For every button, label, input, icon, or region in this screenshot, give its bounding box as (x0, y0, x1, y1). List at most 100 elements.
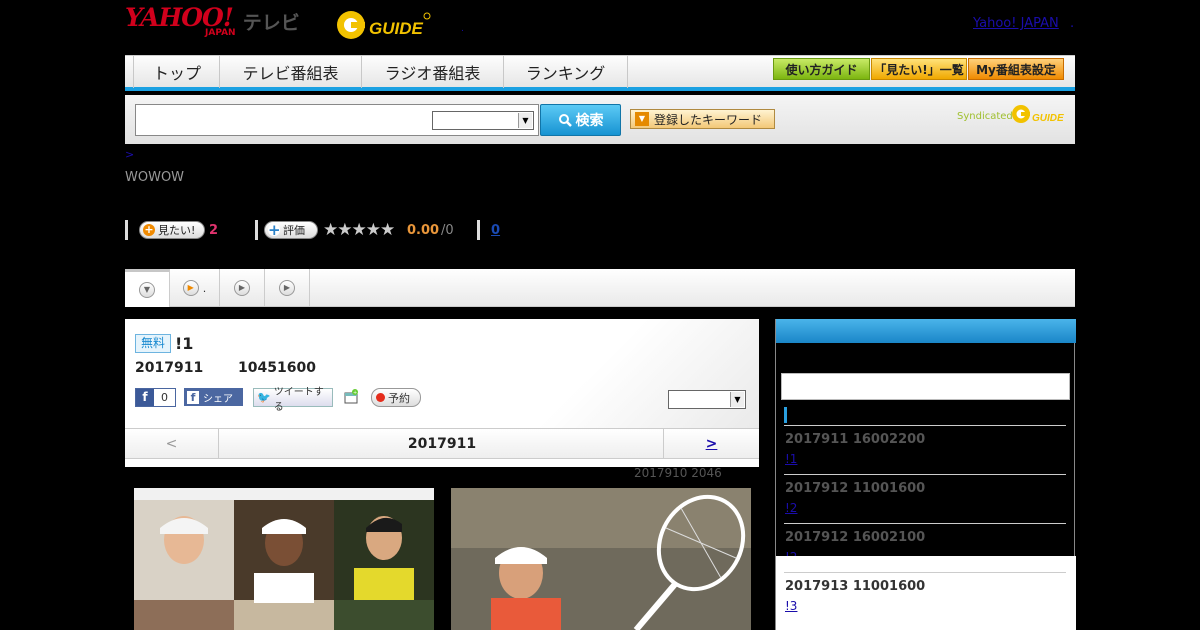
channel-name: WOWOW (125, 170, 185, 185)
player-collage-image (134, 488, 434, 630)
record-icon (376, 393, 385, 402)
program-panel: 無料 !1 2017911 10451600 f 0 f シェア 🐦 ツイートす… (125, 319, 759, 467)
like-count: 0 (161, 391, 168, 404)
review-count-link[interactable]: 0 (491, 223, 500, 238)
pager-next[interactable]: > (663, 429, 759, 458)
dropdown-arrow-icon: ▼ (635, 112, 649, 126)
svg-text:GUIDE: GUIDE (1032, 113, 1064, 124)
play-icon: ▶ (182, 280, 199, 296)
tweet-button[interactable]: 🐦 ツイートする (253, 387, 333, 413)
breadcrumb[interactable]: > (125, 148, 134, 161)
chevron-down-icon: ▼ (730, 392, 744, 407)
pager-prev[interactable]: < (125, 429, 219, 458)
search-button[interactable]: 検索 (540, 104, 621, 136)
japan-logo: JAPAN (205, 28, 236, 38)
facebook-icon: f (187, 390, 199, 404)
episode-link[interactable]: !3 (785, 599, 797, 613)
yahoo-logo[interactable]: YAHOO! (125, 5, 234, 30)
tab-info[interactable]: ▼ (125, 269, 170, 307)
section-marker (784, 407, 787, 423)
mitai-label: 見たい! (158, 224, 196, 237)
sidebar-header (776, 319, 1076, 343)
share-label: シェア (203, 393, 233, 405)
episode-link[interactable]: !1 (785, 452, 797, 466)
episode-date: 2017913 11001600 (785, 579, 926, 594)
plus-icon: + (143, 223, 155, 236)
plus-icon: + (268, 221, 281, 239)
free-badge: 無料 (135, 334, 171, 353)
brand-logo[interactable]: YAHOO! JAPAN テレビ GUIDE (125, 5, 431, 39)
player-action-image (451, 488, 751, 630)
play-icon: ▶ (234, 280, 250, 296)
mitai-button[interactable]: + 見たい! (139, 221, 205, 239)
chevron-down-icon: ▼ (518, 113, 532, 128)
calendar-add-icon[interactable]: + (344, 389, 359, 404)
divider (255, 220, 258, 240)
tab-video[interactable]: ▶ . (170, 269, 220, 307)
rating-score: 0.00 (407, 223, 440, 238)
episode-date: 2017912 16002100 (785, 530, 926, 545)
tab-related[interactable]: ▶ (265, 269, 310, 307)
search-icon (558, 114, 572, 127)
sidebar-search-input[interactable] (781, 373, 1070, 400)
tab-video-label: . (202, 281, 207, 295)
syndicated-label: Syndicated (957, 111, 1013, 122)
rate-label: 評価 (283, 224, 305, 237)
program-date: 2017911 (135, 360, 204, 376)
program-time: 10451600 (238, 360, 316, 376)
episode-date: 2017911 16002200 (785, 432, 926, 447)
search-button-label: 検索 (575, 113, 604, 129)
search-bar: ▼ 検索 ▼ 登録したキーワード Syndicated GUIDE (125, 95, 1075, 144)
saved-keywords-label: 登録したキーワード (654, 112, 763, 127)
tab-episodes[interactable]: ▶ (220, 269, 265, 307)
twitter-bird-icon: 🐦 (257, 391, 271, 404)
program-tabs: ▼ ▶ . ▶ ▶ (125, 269, 1075, 307)
page: YAHOO! JAPAN テレビ GUIDE . Yahoo! JAPAN . … (0, 0, 1200, 630)
episode-item: 2017913 11001600 !3 (784, 572, 1066, 621)
nav-tab-tv-schedule[interactable]: テレビ番組表 (220, 56, 362, 88)
program-title: !1 (175, 334, 194, 353)
date-pager: < 2017911 > (125, 428, 759, 459)
reserve-button[interactable]: 予約 (371, 388, 421, 407)
gguide-logo[interactable]: GUIDE (335, 8, 433, 42)
play-icon: ▶ (279, 280, 295, 296)
main-nav: トップ テレビ番組表 ラジオ番組表 ランキング 使い方ガイド 「見たい!」一覧 … (125, 55, 1075, 91)
saved-keywords-button[interactable]: ▼ 登録したキーワード (630, 109, 775, 129)
program-stats: + 見たい! 2 + 評価 ★★★★★ 0.00 /0 0 (125, 220, 625, 242)
facebook-share-button[interactable]: f シェア (184, 388, 243, 406)
episode-item: 2017912 11001600 !2 (784, 474, 1066, 523)
nav-tab-top[interactable]: トップ (135, 56, 220, 88)
usage-guide-button[interactable]: 使い方ガイド (773, 58, 870, 80)
header-dot: . (461, 24, 464, 34)
nav-tab-ranking[interactable]: ランキング (504, 56, 628, 88)
tweet-label: ツイートする (273, 386, 324, 413)
rating-count: /0 (441, 223, 454, 238)
episode-date: 2017912 11001600 (785, 481, 926, 496)
chevron-down-icon: ▼ (139, 281, 155, 298)
divider (125, 220, 128, 240)
yahoo-japan-link[interactable]: Yahoo! JAPAN (973, 16, 1059, 31)
updated-timestamp: 2017910 2046 (634, 466, 722, 480)
top-dot: . (1070, 16, 1075, 31)
program-header: 無料 !1 2017911 10451600 f 0 f シェア 🐦 ツイートす… (125, 319, 759, 429)
tv-label[interactable]: テレビ (243, 8, 300, 35)
episode-sidebar: 2017911 16002200 !1 2017912 11001600 !2 … (775, 319, 1076, 630)
search-category-select[interactable]: ▼ (432, 111, 534, 130)
svg-text:+: + (353, 390, 357, 396)
rate-button[interactable]: + 評価 (264, 221, 318, 239)
reserve-label: 予約 (388, 391, 410, 405)
divider (477, 220, 480, 240)
svg-text:GUIDE: GUIDE (369, 19, 424, 38)
sidebar-list-light: 2017913 11001600 !3 (776, 556, 1076, 630)
mitai-list-button[interactable]: 「見たい!」一覧 (871, 58, 967, 80)
episode-item: 2017911 16002200 !1 (784, 425, 1066, 474)
my-schedule-settings-button[interactable]: My番組表設定 (968, 58, 1064, 80)
facebook-icon: f (136, 389, 154, 406)
syndicated-gguide-logo: GUIDE (1012, 105, 1064, 124)
mitai-count: 2 (209, 223, 219, 238)
nav-tab-radio-schedule[interactable]: ラジオ番組表 (362, 56, 504, 88)
recorder-select[interactable]: ▼ (668, 390, 746, 409)
episode-link[interactable]: !2 (785, 501, 797, 515)
facebook-like-button[interactable]: f 0 (135, 388, 176, 407)
pager-current-date: 2017911 (407, 435, 477, 452)
